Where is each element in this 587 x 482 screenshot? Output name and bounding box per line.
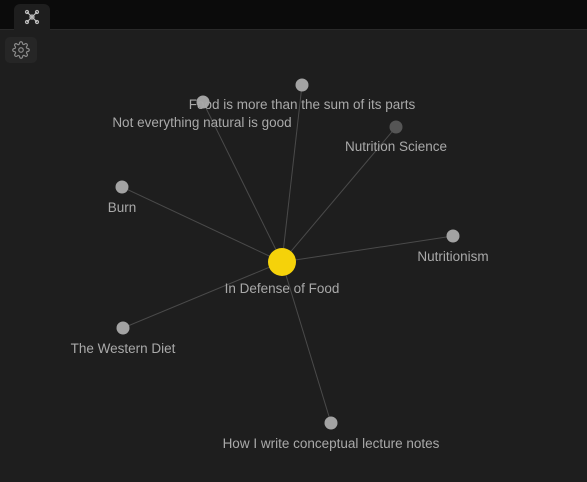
- node-label-nutritionism: Nutritionism: [417, 249, 488, 264]
- gear-icon: [12, 41, 30, 59]
- node-label-western-diet: The Western Diet: [71, 341, 176, 356]
- graph-node-burn[interactable]: [115, 180, 129, 194]
- graph-node-food-sum[interactable]: [295, 78, 309, 92]
- node-label-burn: Burn: [108, 200, 137, 215]
- graph-view-app: Food is more than the sum of its parts N…: [0, 0, 587, 482]
- graph-svg[interactable]: Food is more than the sum of its parts N…: [0, 0, 587, 482]
- graph-node-lecture-notes[interactable]: [324, 416, 338, 430]
- graph-node-nutrition-science[interactable]: [389, 120, 403, 134]
- node-label-not-natural: Not everything natural is good: [112, 115, 291, 130]
- node-label-center: In Defense of Food: [225, 281, 340, 296]
- graph-node-western-diet[interactable]: [116, 321, 130, 335]
- node-label-food-sum: Food is more than the sum of its parts: [189, 97, 416, 112]
- node-label-lecture-notes: How I write conceptual lecture notes: [223, 436, 440, 451]
- graph-node-nutritionism[interactable]: [446, 229, 460, 243]
- node-label-nutrition-science: Nutrition Science: [345, 139, 447, 154]
- graph-settings-button[interactable]: [5, 37, 37, 63]
- graph-node-center[interactable]: [268, 248, 296, 276]
- edge-burn: [121, 186, 283, 263]
